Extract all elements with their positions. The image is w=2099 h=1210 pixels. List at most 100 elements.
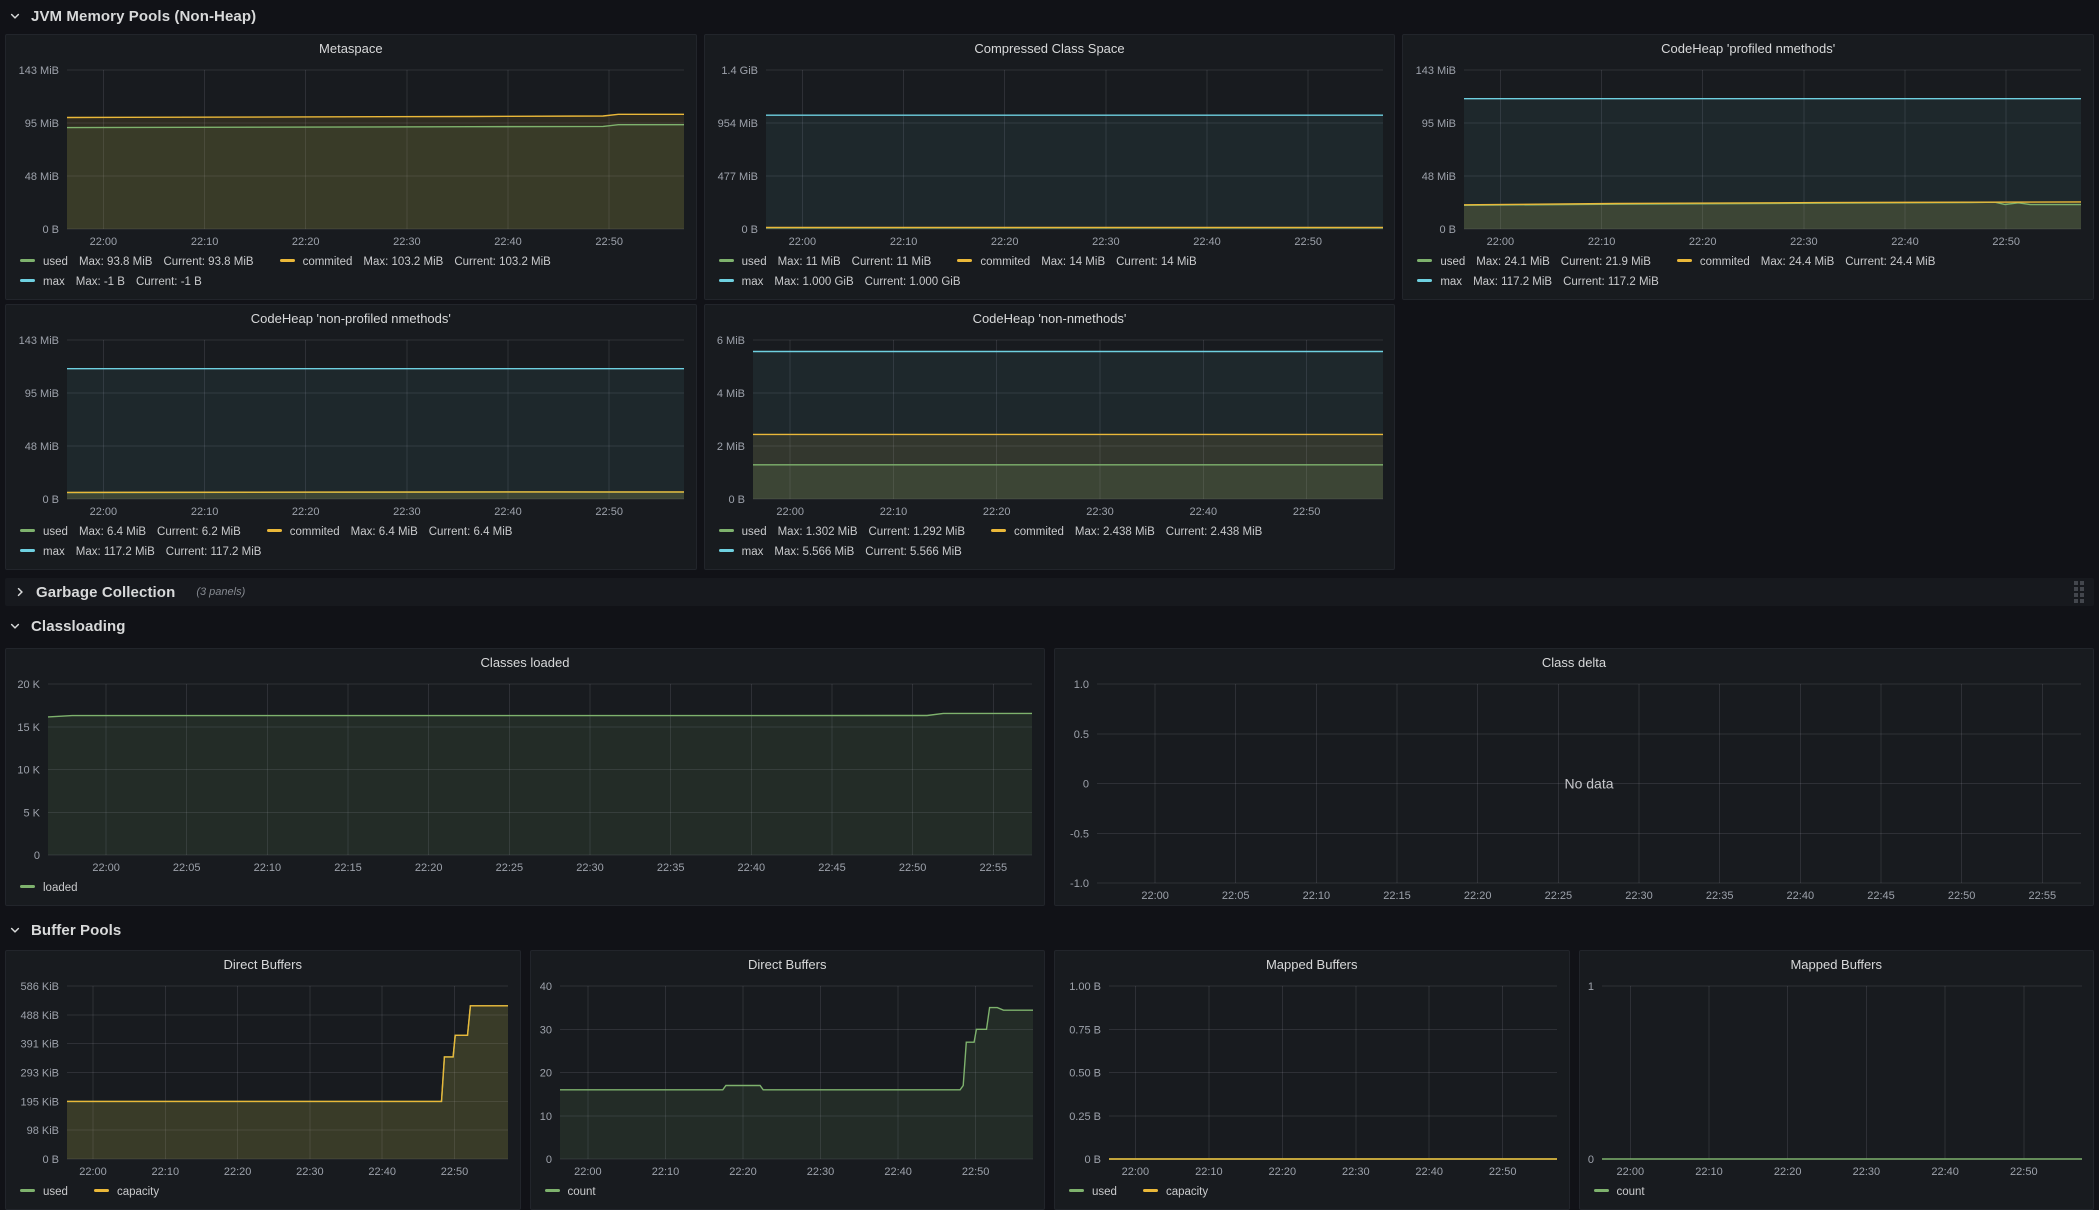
- legend-item-count[interactable]: count: [1594, 1182, 1645, 1202]
- svg-text:22:00: 22:00: [1487, 236, 1515, 248]
- panel-title[interactable]: CodeHeap 'non-profiled nmethods': [6, 305, 696, 332]
- svg-text:22:45: 22:45: [1867, 890, 1895, 902]
- svg-text:22:00: 22:00: [90, 236, 118, 248]
- chart-canvas[interactable]: 22:0022:1022:2022:3022:4022:50143 MiB95 …: [6, 62, 696, 251]
- panel-row-classloading: Classes loaded 22:0022:0522:1022:1522:20…: [5, 648, 2094, 906]
- row-drag-handle-icon[interactable]: [2074, 581, 2084, 603]
- section-header-garbage-collection[interactable]: Garbage Collection (3 panels): [5, 578, 2094, 606]
- legend-item-capacity[interactable]: capacity: [1143, 1182, 1208, 1202]
- panel-legend: count: [531, 1181, 1045, 1209]
- series-color-swatch: [1594, 1189, 1609, 1192]
- chart-svg: 22:0022:1022:2022:3022:4022:50403020100: [531, 978, 1045, 1181]
- svg-text:22:05: 22:05: [1222, 890, 1250, 902]
- section-header-classloading[interactable]: Classloading: [5, 612, 2094, 640]
- panel-title[interactable]: Classes loaded: [6, 649, 1044, 676]
- panel-mapped-buffers-count: Mapped Buffers 22:0022:1022:2022:3022:40…: [1579, 950, 2095, 1210]
- svg-text:22:45: 22:45: [818, 862, 846, 874]
- svg-text:22:20: 22:20: [224, 1166, 252, 1178]
- svg-text:22:50: 22:50: [1993, 236, 2021, 248]
- svg-text:95 MiB: 95 MiB: [1422, 118, 1456, 130]
- series-color-swatch: [20, 259, 35, 262]
- svg-text:22:20: 22:20: [292, 506, 320, 518]
- legend-item-count[interactable]: count: [545, 1182, 596, 1202]
- svg-text:22:40: 22:40: [1931, 1166, 1959, 1178]
- svg-text:22:30: 22:30: [1086, 506, 1114, 518]
- panel-title[interactable]: Mapped Buffers: [1055, 951, 1569, 978]
- svg-text:22:10: 22:10: [1195, 1166, 1223, 1178]
- svg-text:-1.0: -1.0: [1070, 878, 1089, 890]
- chart-canvas[interactable]: 22:0022:1022:2022:3022:4022:501.4 GiB954…: [705, 62, 1395, 251]
- svg-text:0 B: 0 B: [42, 494, 59, 506]
- legend-item-max[interactable]: maxMax: 1.000 GiBCurrent: 1.000 GiB: [719, 272, 1385, 292]
- series-color-swatch: [94, 1189, 109, 1192]
- svg-text:22:50: 22:50: [2010, 1166, 2038, 1178]
- legend-item-used[interactable]: usedMax: 6.4 MiBCurrent: 6.2 MiB: [20, 522, 241, 542]
- legend-item-used[interactable]: usedMax: 93.8 MiBCurrent: 93.8 MiB: [20, 252, 254, 272]
- panel-title[interactable]: Compressed Class Space: [705, 35, 1395, 62]
- chart-canvas[interactable]: 22:0022:1022:2022:3022:4022:50143 MiB95 …: [1403, 62, 2093, 251]
- panel-title[interactable]: CodeHeap 'non-nmethods': [705, 305, 1395, 332]
- legend-item-loaded[interactable]: loaded: [20, 878, 78, 898]
- series-color-swatch: [1143, 1189, 1158, 1192]
- panel-title[interactable]: Class delta: [1055, 649, 2093, 676]
- series-color-swatch: [20, 1189, 35, 1192]
- svg-text:22:40: 22:40: [1892, 236, 1920, 248]
- legend-item-commited[interactable]: commitedMax: 103.2 MiBCurrent: 103.2 MiB: [280, 252, 551, 272]
- panel-title[interactable]: CodeHeap 'profiled nmethods': [1403, 35, 2093, 62]
- svg-text:22:40: 22:40: [1189, 506, 1217, 518]
- section-title: Garbage Collection: [36, 584, 175, 601]
- chart-canvas[interactable]: 22:0022:1022:2022:3022:4022:501.00 B0.75…: [1055, 978, 1569, 1181]
- svg-text:22:20: 22:20: [991, 236, 1019, 248]
- legend-item-used[interactable]: usedMax: 1.302 MiBCurrent: 1.292 MiB: [719, 522, 965, 542]
- series-color-swatch: [1069, 1189, 1084, 1192]
- legend-item-used[interactable]: used: [1069, 1182, 1117, 1202]
- panel-title[interactable]: Direct Buffers: [531, 951, 1045, 978]
- svg-text:22:50: 22:50: [441, 1166, 469, 1178]
- section-header-jvm-memory-pools-non-heap[interactable]: JVM Memory Pools (Non-Heap): [5, 2, 2094, 30]
- chart-canvas[interactable]: 22:0022:1022:2022:3022:4022:5010: [1580, 978, 2094, 1181]
- chart-canvas[interactable]: 22:0022:1022:2022:3022:4022:50403020100: [531, 978, 1045, 1181]
- legend-item-commited[interactable]: commitedMax: 24.4 MiBCurrent: 24.4 MiB: [1677, 252, 1935, 272]
- series-color-swatch: [267, 529, 282, 532]
- panel-title[interactable]: Metaspace: [6, 35, 696, 62]
- svg-text:98 KiB: 98 KiB: [27, 1125, 59, 1137]
- chart-canvas[interactable]: 22:0022:0522:1022:1522:2022:2522:3022:35…: [1055, 676, 2093, 905]
- section-header-buffer-pools[interactable]: Buffer Pools: [5, 916, 2094, 944]
- chart-canvas[interactable]: 22:0022:1022:2022:3022:4022:50586 KiB488…: [6, 978, 520, 1181]
- legend-item-commited[interactable]: commitedMax: 6.4 MiBCurrent: 6.4 MiB: [267, 522, 513, 542]
- legend-item-commited[interactable]: commitedMax: 2.438 MiBCurrent: 2.438 MiB: [991, 522, 1262, 542]
- series-color-swatch: [957, 259, 972, 262]
- svg-text:20 K: 20 K: [17, 679, 40, 691]
- legend-item-max[interactable]: maxMax: 5.566 MiBCurrent: 5.566 MiB: [719, 542, 1385, 562]
- svg-text:0 B: 0 B: [42, 1154, 59, 1166]
- svg-text:477 MiB: 477 MiB: [717, 171, 757, 183]
- panel-title[interactable]: Mapped Buffers: [1580, 951, 2094, 978]
- svg-text:22:10: 22:10: [191, 236, 219, 248]
- legend-item-used[interactable]: usedMax: 11 MiBCurrent: 11 MiB: [719, 252, 932, 272]
- panel-title[interactable]: Direct Buffers: [6, 951, 520, 978]
- panel-row-nonheap-1: Metaspace 22:00 22:10 22:20 22:30 22:40 22:50…: [5, 34, 2094, 300]
- legend-item-max[interactable]: maxMax: -1 BCurrent: -1 B: [20, 272, 686, 292]
- legend-item-max[interactable]: maxMax: 117.2 MiBCurrent: 117.2 MiB: [1417, 272, 2083, 292]
- legend-item-used[interactable]: usedMax: 24.1 MiBCurrent: 21.9 MiB: [1417, 252, 1651, 272]
- chart-canvas[interactable]: 22:0022:1022:2022:3022:4022:506 MiB4 MiB…: [705, 332, 1395, 521]
- chart-canvas[interactable]: 22:0022:0522:1022:1522:2022:2522:3022:35…: [6, 676, 1044, 877]
- legend-item-max[interactable]: maxMax: 117.2 MiBCurrent: 117.2 MiB: [20, 542, 686, 562]
- chart-canvas[interactable]: 22:0022:1022:2022:3022:4022:50143 MiB95 …: [6, 332, 696, 521]
- svg-text:22:35: 22:35: [657, 862, 685, 874]
- svg-text:95 MiB: 95 MiB: [25, 388, 59, 400]
- legend-item-used[interactable]: used: [20, 1182, 68, 1202]
- svg-text:0.5: 0.5: [1074, 729, 1089, 741]
- svg-text:22:15: 22:15: [334, 862, 362, 874]
- svg-text:22:00: 22:00: [79, 1166, 107, 1178]
- svg-text:5 K: 5 K: [23, 807, 40, 819]
- svg-text:22:30: 22:30: [1092, 236, 1120, 248]
- svg-text:22:10: 22:10: [1695, 1166, 1723, 1178]
- legend-item-capacity[interactable]: capacity: [94, 1182, 159, 1202]
- legend-item-commited[interactable]: commitedMax: 14 MiBCurrent: 14 MiB: [957, 252, 1196, 272]
- svg-text:22:10: 22:10: [254, 862, 282, 874]
- svg-text:1.0: 1.0: [1074, 679, 1089, 691]
- svg-text:195 KiB: 195 KiB: [20, 1096, 59, 1108]
- svg-text:1.4 GiB: 1.4 GiB: [721, 65, 758, 77]
- series-color-swatch: [20, 885, 35, 888]
